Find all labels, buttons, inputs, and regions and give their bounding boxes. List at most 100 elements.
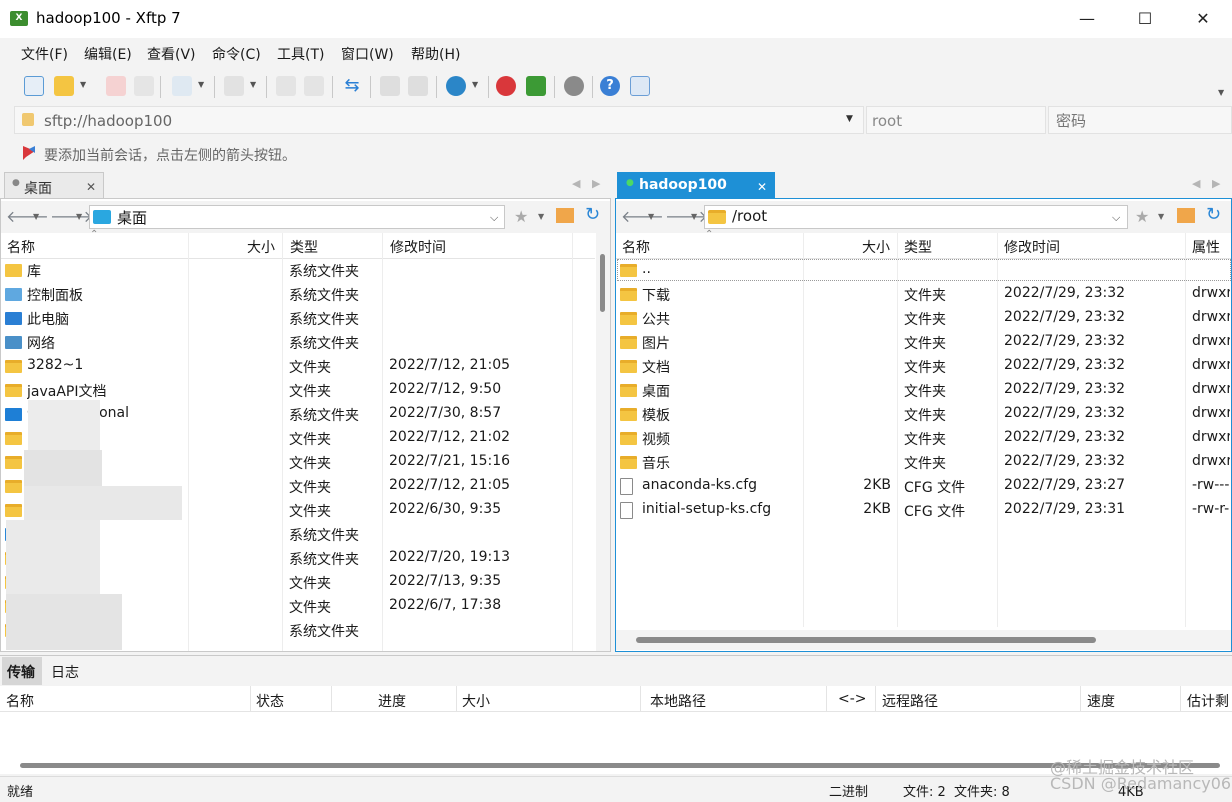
local-path-field[interactable] <box>89 205 505 229</box>
col-attr[interactable]: 属性 <box>1192 237 1220 257</box>
table-row[interactable]: 模板 文件夹 2022/7/29, 23:32 drwxr <box>615 403 1230 427</box>
table-row[interactable]: 下载 文件夹 2022/7/29, 23:32 drwxr <box>615 283 1230 307</box>
col-size[interactable]: 大小 <box>462 691 490 711</box>
chevron-down-icon[interactable]: ⌵ <box>1112 211 1120 225</box>
table-row[interactable]: .. <box>615 259 1229 283</box>
help-icon[interactable]: ? <box>600 76 620 96</box>
table-row[interactable]: 3282~1 文件夹 2022/7/12, 21:05 <box>0 355 594 379</box>
bookmark-flag-icon[interactable] <box>22 145 36 161</box>
new-session-icon[interactable] <box>24 76 44 96</box>
menu-file[interactable]: 文件(F) <box>21 44 68 64</box>
open-folder-icon[interactable] <box>54 76 74 96</box>
table-row[interactable]: 公共 文件夹 2022/7/29, 23:32 drwxr <box>615 307 1230 331</box>
menu-view[interactable]: 查看(V) <box>147 44 196 64</box>
forward-arrow-icon[interactable]: 🡒 <box>665 206 708 226</box>
transfer-scroll-thumb[interactable] <box>20 763 1220 768</box>
table-row[interactable]: 控制面板 系统文件夹 <box>0 283 594 307</box>
menu-edit[interactable]: 编辑(E) <box>84 44 132 64</box>
remote-scroll-thumb[interactable] <box>636 637 1096 643</box>
chevron-down-icon[interactable]: ▼ <box>76 212 82 221</box>
chevron-down-icon[interactable]: ▼ <box>80 80 86 89</box>
menu-command[interactable]: 命令(C) <box>212 44 261 64</box>
chat-icon[interactable] <box>630 76 650 96</box>
col-type[interactable]: 类型 <box>904 237 932 257</box>
col-mtime[interactable]: 修改时间 <box>390 237 446 257</box>
reconnect-icon[interactable] <box>134 76 154 96</box>
col-remote-path[interactable]: 远程路径 <box>882 691 938 711</box>
menu-window[interactable]: 窗口(W) <box>341 44 394 64</box>
scroll-right-icon[interactable]: ▶ <box>592 177 600 190</box>
table-row[interactable]: 图片 文件夹 2022/7/29, 23:32 drwxr <box>615 331 1230 355</box>
chevron-down-icon[interactable]: ▼ <box>648 212 654 221</box>
col-direction[interactable]: <-> <box>838 691 867 707</box>
table-row[interactable]: 桌面 文件夹 2022/7/29, 23:32 drwxr <box>615 379 1230 403</box>
col-name[interactable]: 名称 <box>6 691 34 711</box>
table-row[interactable]: 音乐 文件夹 2022/7/29, 23:32 drwxr <box>615 451 1230 475</box>
table-row[interactable]: 此电脑 系统文件夹 <box>0 307 594 331</box>
globe-icon[interactable] <box>446 76 466 96</box>
chevron-down-icon[interactable]: ▼ <box>846 114 853 124</box>
col-name[interactable]: 名称 <box>622 237 650 257</box>
table-row[interactable]: initial-setup-ks.cfg 2KB CFG 文件 2022/7/29, … <box>615 499 1229 523</box>
xftp-new-icon[interactable] <box>526 76 546 96</box>
chevron-down-icon[interactable]: ▼ <box>33 212 39 221</box>
maximize-button[interactable]: ☐ <box>1116 0 1174 38</box>
table-row[interactable]: 库 系统文件夹 <box>0 259 594 283</box>
col-status[interactable]: 状态 <box>256 691 284 711</box>
scroll-right-icon[interactable]: ▶ <box>1212 177 1220 190</box>
chevron-down-icon[interactable]: ▼ <box>538 212 544 221</box>
back-arrow-icon[interactable]: 🡐 <box>6 206 49 226</box>
refresh-icon[interactable]: ↻ <box>585 204 600 225</box>
chevron-down-icon[interactable]: ▼ <box>250 80 256 89</box>
chevron-down-icon[interactable]: ▼ <box>1158 212 1164 221</box>
col-size[interactable]: 大小 <box>862 237 890 257</box>
back-arrow-icon[interactable]: 🡐 <box>621 206 664 226</box>
col-mtime[interactable]: 修改时间 <box>1004 237 1060 257</box>
table-row[interactable]: 视频 文件夹 2022/7/29, 23:32 drwxr <box>615 427 1230 451</box>
forward-arrow-icon[interactable]: 🡒 <box>50 206 93 226</box>
menu-tools[interactable]: 工具(T) <box>277 44 324 64</box>
chevron-down-icon[interactable]: ▼ <box>472 80 478 89</box>
close-icon[interactable]: ✕ <box>86 180 96 194</box>
address-input[interactable] <box>44 111 824 131</box>
scroll-left-icon[interactable]: ◀ <box>1192 177 1200 190</box>
username-input[interactable] <box>872 111 1042 131</box>
col-type[interactable]: 类型 <box>290 237 318 257</box>
home-folder-icon[interactable] <box>1177 208 1195 223</box>
copy-icon[interactable] <box>276 76 296 96</box>
chevron-down-icon[interactable]: ▼ <box>691 212 697 221</box>
table-row[interactable]: 文档 文件夹 2022/7/29, 23:32 drwxr <box>615 355 1230 379</box>
menu-help[interactable]: 帮助(H) <box>411 44 460 64</box>
upload-icon[interactable] <box>380 76 400 96</box>
view-icon[interactable] <box>224 76 244 96</box>
refresh-icon[interactable]: ↻ <box>1206 204 1221 225</box>
gear-icon[interactable] <box>564 76 584 96</box>
col-local-path[interactable]: 本地路径 <box>650 691 706 711</box>
remote-path-field[interactable] <box>704 205 1128 229</box>
col-speed[interactable]: 速度 <box>1087 691 1115 711</box>
properties-icon[interactable] <box>172 76 192 96</box>
toolbar-overflow-icon[interactable]: ▼ <box>1218 88 1224 97</box>
tab-log[interactable]: 日志 <box>51 662 79 682</box>
chevron-down-icon[interactable]: ▼ <box>198 80 204 89</box>
download-icon[interactable] <box>408 76 428 96</box>
password-input[interactable] <box>1056 111 1226 131</box>
table-row[interactable]: 网络 系统文件夹 <box>0 331 594 355</box>
scroll-left-icon[interactable]: ◀ <box>572 177 580 190</box>
col-size[interactable]: 大小 <box>247 237 275 257</box>
home-folder-icon[interactable] <box>556 208 574 223</box>
close-icon[interactable]: ✕ <box>757 180 767 194</box>
minimize-button[interactable]: — <box>1058 0 1116 38</box>
chevron-down-icon[interactable]: ⌵ <box>490 211 498 225</box>
col-progress[interactable]: 进度 <box>378 691 406 711</box>
table-row[interactable]: anaconda-ks.cfg 2KB CFG 文件 2022/7/29, 23:27… <box>615 475 1229 499</box>
star-icon[interactable]: ★ <box>1135 207 1149 226</box>
xshell-icon[interactable] <box>496 76 516 96</box>
sync-arrows-icon[interactable]: ⇆ <box>342 76 362 96</box>
close-button[interactable]: ✕ <box>1174 0 1232 38</box>
local-scroll-thumb[interactable] <box>600 254 605 312</box>
disconnect-icon[interactable] <box>106 76 126 96</box>
star-icon[interactable]: ★ <box>514 207 528 226</box>
col-name[interactable]: 名称 <box>7 237 35 257</box>
paste-icon[interactable] <box>304 76 324 96</box>
